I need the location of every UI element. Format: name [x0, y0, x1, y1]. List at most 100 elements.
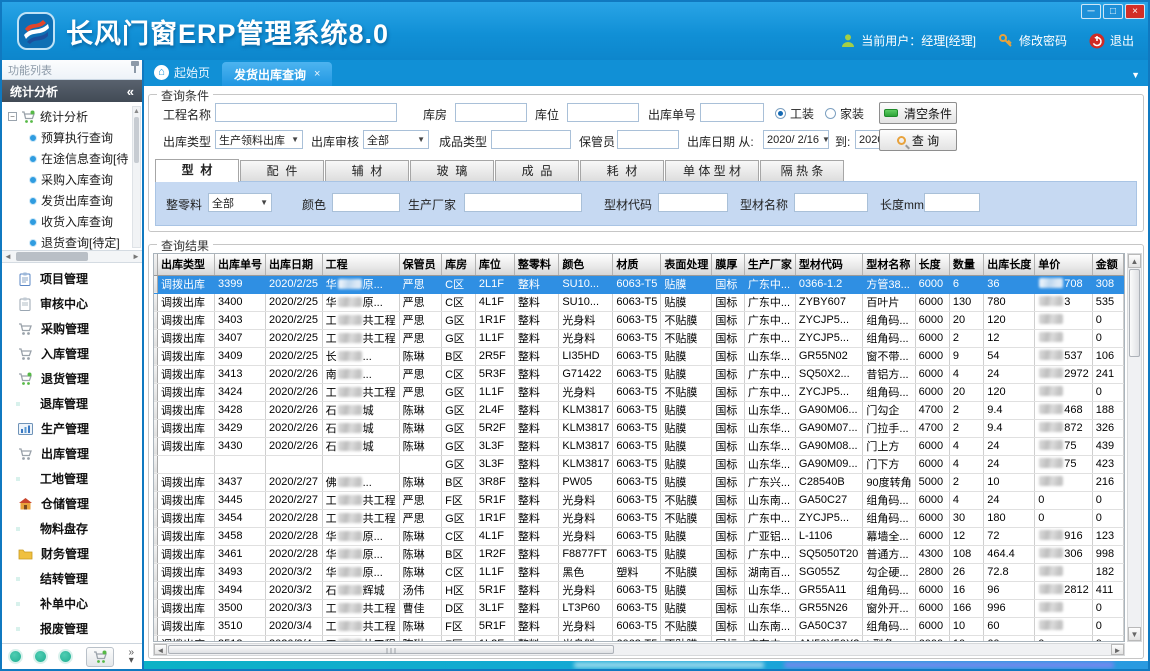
close-button[interactable]: × — [1125, 4, 1145, 19]
column-header-颜色[interactable]: 颜色 — [559, 254, 613, 275]
table-vertical-scrollbar[interactable]: ▲ ▼ — [1127, 253, 1142, 642]
sidebar-item-退库管理[interactable]: 退库管理 — [2, 391, 142, 416]
scroll-right-icon[interactable]: ► — [1111, 644, 1124, 655]
column-header-工程[interactable]: 工程 — [322, 254, 399, 275]
date-from-select[interactable]: 2020/ 2/16▼ — [763, 130, 829, 149]
expander-icon[interactable]: − — [8, 112, 17, 121]
tree-item[interactable]: 发货出库查询 — [8, 190, 142, 211]
overflow-cart-button[interactable] — [86, 647, 114, 667]
clear-conditions-button[interactable]: 清空条件 — [879, 102, 957, 124]
table-row[interactable]: 调拨出库34032020/2/25工共工程严思G区1R1F整料光身料6063-T… — [154, 311, 1124, 329]
out-type-select[interactable]: 生产领料出库▼ — [215, 130, 303, 149]
table-row[interactable]: 调拨出库34072020/2/25工共工程严思G区1L1F整料光身料6063-T… — [154, 329, 1124, 347]
column-header-膜厚[interactable]: 膜厚 — [712, 254, 744, 275]
tab-home[interactable]: ⌂ 起始页 — [148, 64, 222, 86]
table-row[interactable]: 调拨出库34452020/2/27工共工程严思F区5R1F整料光身料6063-T… — [154, 491, 1124, 509]
scroll-right-icon[interactable]: ► — [130, 251, 142, 262]
dot-icon[interactable] — [60, 651, 71, 662]
sidebar-item-仓储管理[interactable]: 仓储管理 — [2, 491, 142, 516]
table-row[interactable]: 调拨出库35122020/3/4工共工程陈琳F区1L2F整料光身料6063-T5… — [154, 635, 1124, 642]
table-row[interactable]: 调拨出库34132020/2/26南...严思C区5R3F整料G71422606… — [154, 365, 1124, 383]
tree-item[interactable]: 预算执行查询 — [8, 127, 142, 148]
logout-button[interactable]: 退出 — [1089, 32, 1134, 49]
column-header-出库日期[interactable]: 出库日期 — [266, 254, 323, 275]
sidebar-group-header[interactable]: 统计分析 « — [2, 80, 142, 102]
table-row[interactable]: 调拨出库34932020/3/2华原...陈琳C区1L1F整料黑色塑料不贴膜国标… — [154, 563, 1124, 581]
sidebar-item-采购管理[interactable]: 采购管理 — [2, 316, 142, 341]
column-header-出库类型[interactable]: 出库类型 — [158, 254, 215, 275]
change-password-button[interactable]: 修改密码 — [998, 32, 1067, 49]
scroll-down-icon[interactable]: ▼ — [1128, 627, 1141, 641]
table-row[interactable]: 调拨出库34242020/2/26工共工程严思G区1L1F整料光身料6063-T… — [154, 383, 1124, 401]
sidebar-item-补单中心[interactable]: 补单中心 — [2, 591, 142, 616]
search-button[interactable]: 查 询 — [879, 129, 957, 151]
scroll-thumb[interactable] — [16, 252, 88, 261]
column-header-出库长度[interactable]: 出库长度 — [984, 254, 1035, 275]
radio-home[interactable]: 家装 — [825, 105, 864, 122]
column-header-生产厂家[interactable]: 生产厂家 — [744, 254, 795, 275]
tree-item[interactable]: 在途信息查询[待 — [8, 148, 142, 169]
tab-active-shipment-query[interactable]: 发货出库查询 × — [222, 62, 332, 86]
maximize-button[interactable]: □ — [1103, 4, 1123, 19]
tree-item[interactable]: 退货查询[待定] — [8, 232, 142, 250]
material-tab-3[interactable]: 玻 璃 — [410, 160, 494, 182]
sidebar-item-入库管理[interactable]: 入库管理 — [2, 341, 142, 366]
radio-industrial[interactable]: 工装 — [775, 105, 814, 122]
order-no-input[interactable] — [700, 103, 764, 122]
column-header-型材名称[interactable]: 型材名称 — [863, 254, 915, 275]
profile-code-input[interactable] — [658, 193, 728, 212]
table-row[interactable]: 调拨出库34612020/2/28华原...陈琳B区1R2F整料F8877FT6… — [154, 545, 1124, 563]
column-header-出库单号[interactable]: 出库单号 — [215, 254, 266, 275]
overflow-chevron-icon[interactable]: »▾ — [128, 649, 134, 665]
material-tab-7[interactable]: 隔 热 条 — [760, 160, 844, 182]
table-row[interactable]: 调拨出库34002020/2/25华原...严思C区4L1F整料SU10...6… — [154, 293, 1124, 311]
table-row[interactable]: 调拨出库33992020/2/25华原...严思C区2L1F整料SU10...6… — [154, 275, 1124, 293]
scroll-left-icon[interactable]: ◄ — [154, 644, 167, 655]
sidebar-item-工地管理[interactable]: 工地管理 — [2, 466, 142, 491]
length-input[interactable] — [924, 193, 980, 212]
scroll-thumb[interactable] — [168, 645, 614, 654]
table-row[interactable]: G区3L3F整料KLM38176063-T5贴膜国标山东华...GA90M09.… — [154, 455, 1124, 473]
profile-name-input[interactable] — [794, 193, 868, 212]
color-input[interactable] — [332, 193, 400, 212]
table-row[interactable]: 调拨出库35002020/3/3工共工程曹佳D区3L1F整料LT3P606063… — [154, 599, 1124, 617]
tab-close-icon[interactable]: × — [314, 68, 320, 80]
keeper-input[interactable] — [617, 130, 679, 149]
sidebar-item-审核中心[interactable]: 审核中心 — [2, 291, 142, 316]
sidebar-item-出库管理[interactable]: 出库管理 — [2, 441, 142, 466]
tree-item[interactable]: 采购入库查询 — [8, 169, 142, 190]
location-input[interactable] — [567, 103, 639, 122]
column-header-整零料[interactable]: 整零料 — [514, 254, 558, 275]
column-header-库位[interactable]: 库位 — [475, 254, 514, 275]
table-row[interactable]: 调拨出库34372020/2/27佛...陈琳B区3R8F整料PW056063-… — [154, 473, 1124, 491]
pin-icon[interactable] — [134, 66, 136, 73]
minimize-button[interactable]: ─ — [1081, 4, 1101, 19]
column-header-型材代码[interactable]: 型材代码 — [795, 254, 863, 275]
sidebar-item-财务管理[interactable]: 财务管理 — [2, 541, 142, 566]
material-tab-6[interactable]: 单 体 型 材 — [665, 160, 759, 182]
sidebar-item-报废管理[interactable]: 报废管理 — [2, 616, 142, 641]
scroll-up-icon[interactable]: ▲ — [1128, 254, 1141, 268]
table-row[interactable]: 调拨出库34302020/2/26石城陈琳G区3L3F整料KLM38176063… — [154, 437, 1124, 455]
warehouse-input[interactable] — [455, 103, 527, 122]
table-row[interactable]: 调拨出库34092020/2/25长...陈琳B区2R5F整料LI35HD606… — [154, 347, 1124, 365]
material-tab-5[interactable]: 耗 材 — [580, 160, 664, 182]
table-row[interactable]: 调拨出库35102020/3/4工共工程陈琳F区5R1F整料光身料6063-T5… — [154, 617, 1124, 635]
table-row[interactable]: 调拨出库34282020/2/26石城陈琳G区2L4F整料KLM38176063… — [154, 401, 1124, 419]
manufacturer-input[interactable] — [464, 193, 582, 212]
material-tab-0[interactable]: 型 材 — [155, 159, 239, 182]
tree-root[interactable]: − 统计分析 — [8, 106, 142, 127]
sidebar-item-物料盘存[interactable]: 物料盘存 — [2, 516, 142, 541]
audit-select[interactable]: 全部▼ — [363, 130, 429, 149]
material-tab-2[interactable]: 辅 材 — [325, 160, 409, 182]
collapse-icon[interactable]: « — [127, 84, 134, 99]
tree-horizontal-scrollbar[interactable]: ◄ ► — [2, 250, 142, 263]
dot-icon[interactable] — [10, 651, 21, 662]
dot-icon[interactable] — [35, 651, 46, 662]
scroll-left-icon[interactable]: ◄ — [2, 251, 14, 262]
sidebar-item-退货管理[interactable]: 退货管理 — [2, 366, 142, 391]
column-header-表面处理[interactable]: 表面处理 — [661, 254, 712, 275]
material-tab-1[interactable]: 配 件 — [240, 160, 324, 182]
table-row[interactable]: 调拨出库34582020/2/28华原...陈琳C区4L1F整料光身料6063-… — [154, 527, 1124, 545]
sidebar-item-项目管理[interactable]: 项目管理 — [2, 266, 142, 291]
